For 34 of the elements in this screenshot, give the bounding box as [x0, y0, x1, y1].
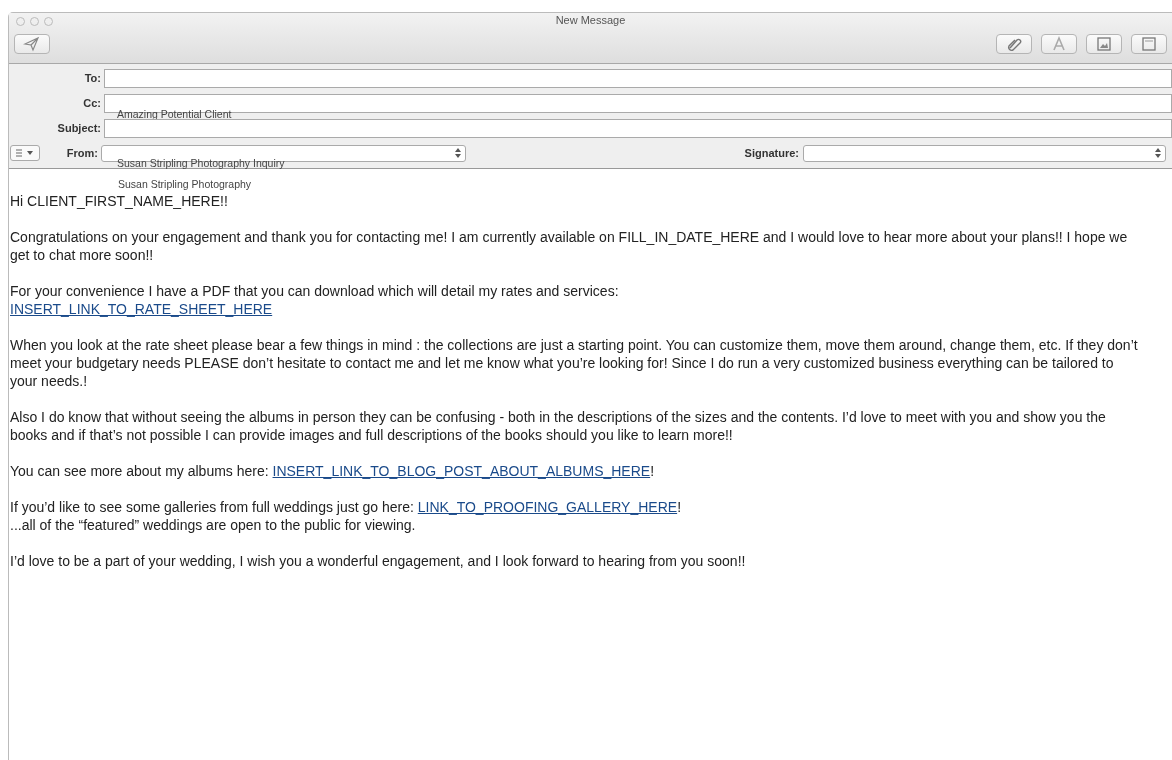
template-icon	[1140, 35, 1158, 53]
sender-text: Susan Stripling Photography Inquiry	[117, 157, 285, 169]
subject-text: Amazing Potential Client	[117, 108, 232, 120]
field-label: To:	[83, 72, 102, 84]
stepper-icon	[455, 148, 461, 158]
paragraph: I’d love to be a part of your wedding, I wish you a wonderful engagement, and I look forward to hearing from you soon!!	[10, 552, 747, 570]
field-label: Cc:	[82, 97, 102, 109]
font-icon	[1050, 35, 1068, 53]
window-title: New Message	[554, 14, 627, 26]
template-button[interactable]	[1131, 34, 1167, 54]
field-label: Subject:	[56, 122, 102, 134]
paragraph: You can see more about my albums here: INSERT_LINK_TO_BLOG_POST_ABOUT_ALBUMS_HERE!	[10, 462, 656, 480]
header-menu-button[interactable]	[10, 145, 40, 161]
paragraph: When you look at the rate sheet please bear a few things in mind : the collections are just a starting point. You can customize them, move them around, change them, etc. If they don’t meet your budgetary needs PLEASE don’t hesitate to contact me and let me know what you’re looking for! Since I do run a very customized business everything can be tailored to your needs.!	[10, 336, 1139, 390]
input-field[interactable]	[104, 68, 1172, 88]
photo-button[interactable]	[1086, 34, 1122, 54]
input-field[interactable]	[104, 118, 1172, 138]
field-label: Signature:	[744, 147, 800, 159]
sender-text: Susan Stripling Photography	[118, 178, 253, 190]
stepper-icon	[1155, 148, 1161, 158]
link[interactable]: INSERT_LINK_TO_RATE_SHEET_HERE	[10, 301, 273, 317]
paragraph: Congratulations on your engagement and thank you for contacting me! I am currently available on FILL_IN_DATE_HERE and I would love to hear more about your plans!! I hope we get to chat more soon!!	[10, 228, 1129, 264]
send-button[interactable]	[14, 34, 50, 54]
paragraph: For your convenience I have a PDF that you can download which will detail my rates and services: INSERT_LINK_TO_RATE_SHEET_HERE	[10, 282, 620, 318]
photo-icon	[1095, 35, 1113, 53]
menu-icon	[16, 149, 34, 157]
paragraph: If you’d like to see some galleries from full weddings just go here: LINK_TO_PROOFING_GALLERY_HERE! ...all of the “featured” weddings are open to the public for viewing.	[10, 498, 682, 534]
paragraph: Also I do know that without seeing the albums in person they can be confusing - both in the descriptions of the sizes and the contents. I’d love to meet with you and show you the books and if that’s not possible I can provide images and full descriptions of the books should you like to learn more!!	[10, 408, 1107, 444]
paragraph: Hi CLIENT_FIRST_NAME_HERE!!	[10, 192, 229, 210]
send-icon	[23, 35, 41, 53]
signature-select[interactable]	[803, 144, 1166, 162]
fonts-button[interactable]	[1041, 34, 1077, 54]
field-label: From:	[65, 147, 99, 159]
attach-button[interactable]	[996, 34, 1032, 54]
